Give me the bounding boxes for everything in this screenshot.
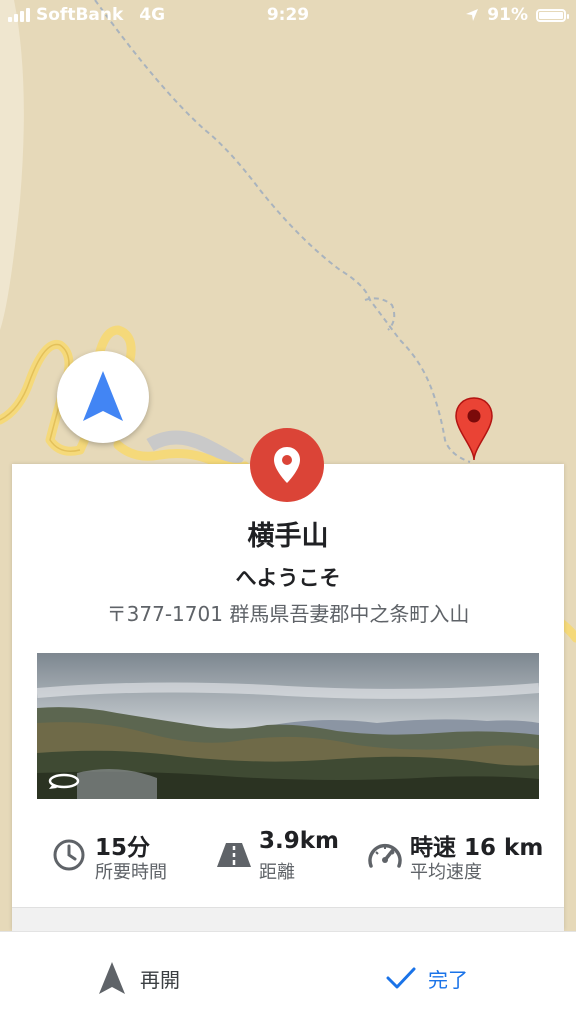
checkmark-icon [386, 967, 416, 989]
place-pin-icon [274, 447, 300, 483]
duration-value: 15分 [95, 835, 151, 861]
bottom-action-bar: 再開 完了 [0, 931, 576, 1025]
duration-label: 所要時間 [95, 862, 167, 883]
status-right: 91% [465, 5, 569, 25]
panorama-scene [37, 653, 539, 799]
panorama-image[interactable] [37, 653, 539, 799]
place-name: 横手山 [247, 521, 329, 552]
arrival-card: 横手山 へようこそ 〒377-1701 群馬県吾妻郡中之条町入山 15分 所要時… [12, 428, 564, 931]
battery-icon [536, 8, 569, 22]
battery-percent: 91% [487, 5, 528, 25]
card-pin-badge [250, 428, 324, 502]
resume-label: 再開 [140, 967, 180, 992]
clock-icon [53, 839, 85, 871]
speed-value: 時速 16 km [410, 835, 544, 861]
road-icon [217, 843, 251, 867]
trip-stats: 15分 所要時間 3.9km 距離 時速 16 km 平均速度 [12, 824, 564, 894]
location-services-icon [466, 9, 479, 21]
resume-button[interactable]: 再開 [98, 960, 180, 996]
card-bottom-strip [12, 907, 564, 931]
navigation-arrow-icon [99, 962, 125, 994]
panorama-rotate-icon [48, 773, 80, 789]
location-arrow-icon [83, 371, 123, 421]
map-pin-icon[interactable] [454, 396, 494, 462]
distance-value: 3.9km [259, 828, 340, 854]
current-location-button[interactable] [57, 351, 149, 443]
done-label: 完了 [428, 967, 468, 992]
done-button[interactable]: 完了 [386, 960, 468, 996]
speedometer-icon [368, 843, 402, 868]
distance-label: 距離 [259, 862, 295, 883]
speed-label: 平均速度 [410, 862, 482, 883]
place-address: 〒377-1701 群馬県吾妻郡中之条町入山 [106, 602, 470, 626]
welcome-text: へようこそ [235, 566, 341, 590]
status-bar: SoftBank 4G 9:29 91% [0, 0, 576, 34]
